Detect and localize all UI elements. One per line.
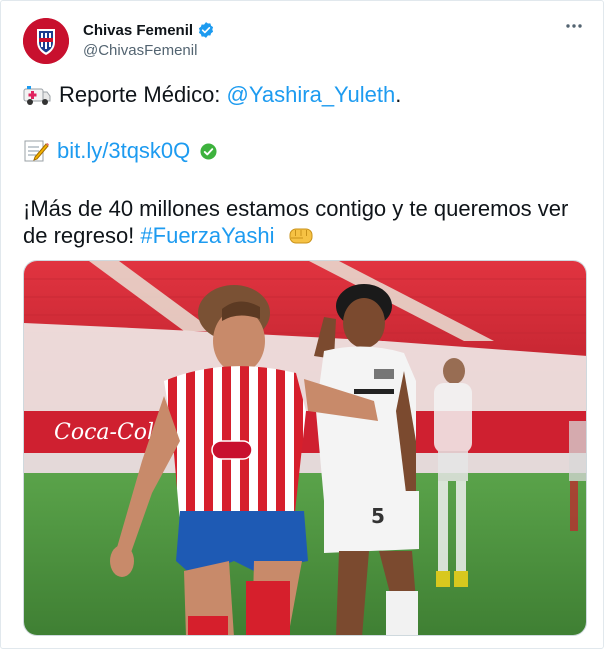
verified-badge-icon (197, 21, 215, 39)
shirt-number: 5 (371, 504, 385, 528)
tweet-line-medical-report: Reporte Médico: @Yashira_Yuleth. (23, 80, 401, 115)
display-name[interactable]: Chivas Femenil (83, 21, 215, 39)
short-url-link[interactable]: bit.ly/3tqsk0Q (57, 138, 190, 163)
tweet-line-link: bit.ly/3tqsk0Q (23, 136, 217, 171)
user-handle[interactable]: @ChivasFemenil (83, 42, 197, 59)
tweet-card: Chivas Femenil @ChivasFemenil Reporte Mé… (0, 0, 604, 649)
chivas-crest-icon (23, 18, 69, 64)
tweet-line-support-1: ¡Más de 40 millones estamos contigo y te… (23, 196, 569, 221)
check-mark-icon (200, 138, 217, 168)
fist-icon (287, 223, 315, 255)
mention-link[interactable]: @Yashira_Yuleth (227, 82, 396, 107)
more-options-icon[interactable] (563, 15, 585, 37)
tweet-line-support-2: de regreso! #FuerzaYashi (23, 221, 315, 255)
hashtag-link[interactable]: #FuerzaYashi (140, 223, 274, 248)
match-photo: Coca-Cola 5 (24, 261, 586, 635)
avatar[interactable] (23, 18, 69, 64)
tweet-photo[interactable]: Coca-Cola 5 (23, 260, 587, 636)
memo-icon (23, 139, 49, 171)
ambulance-icon (23, 85, 51, 115)
